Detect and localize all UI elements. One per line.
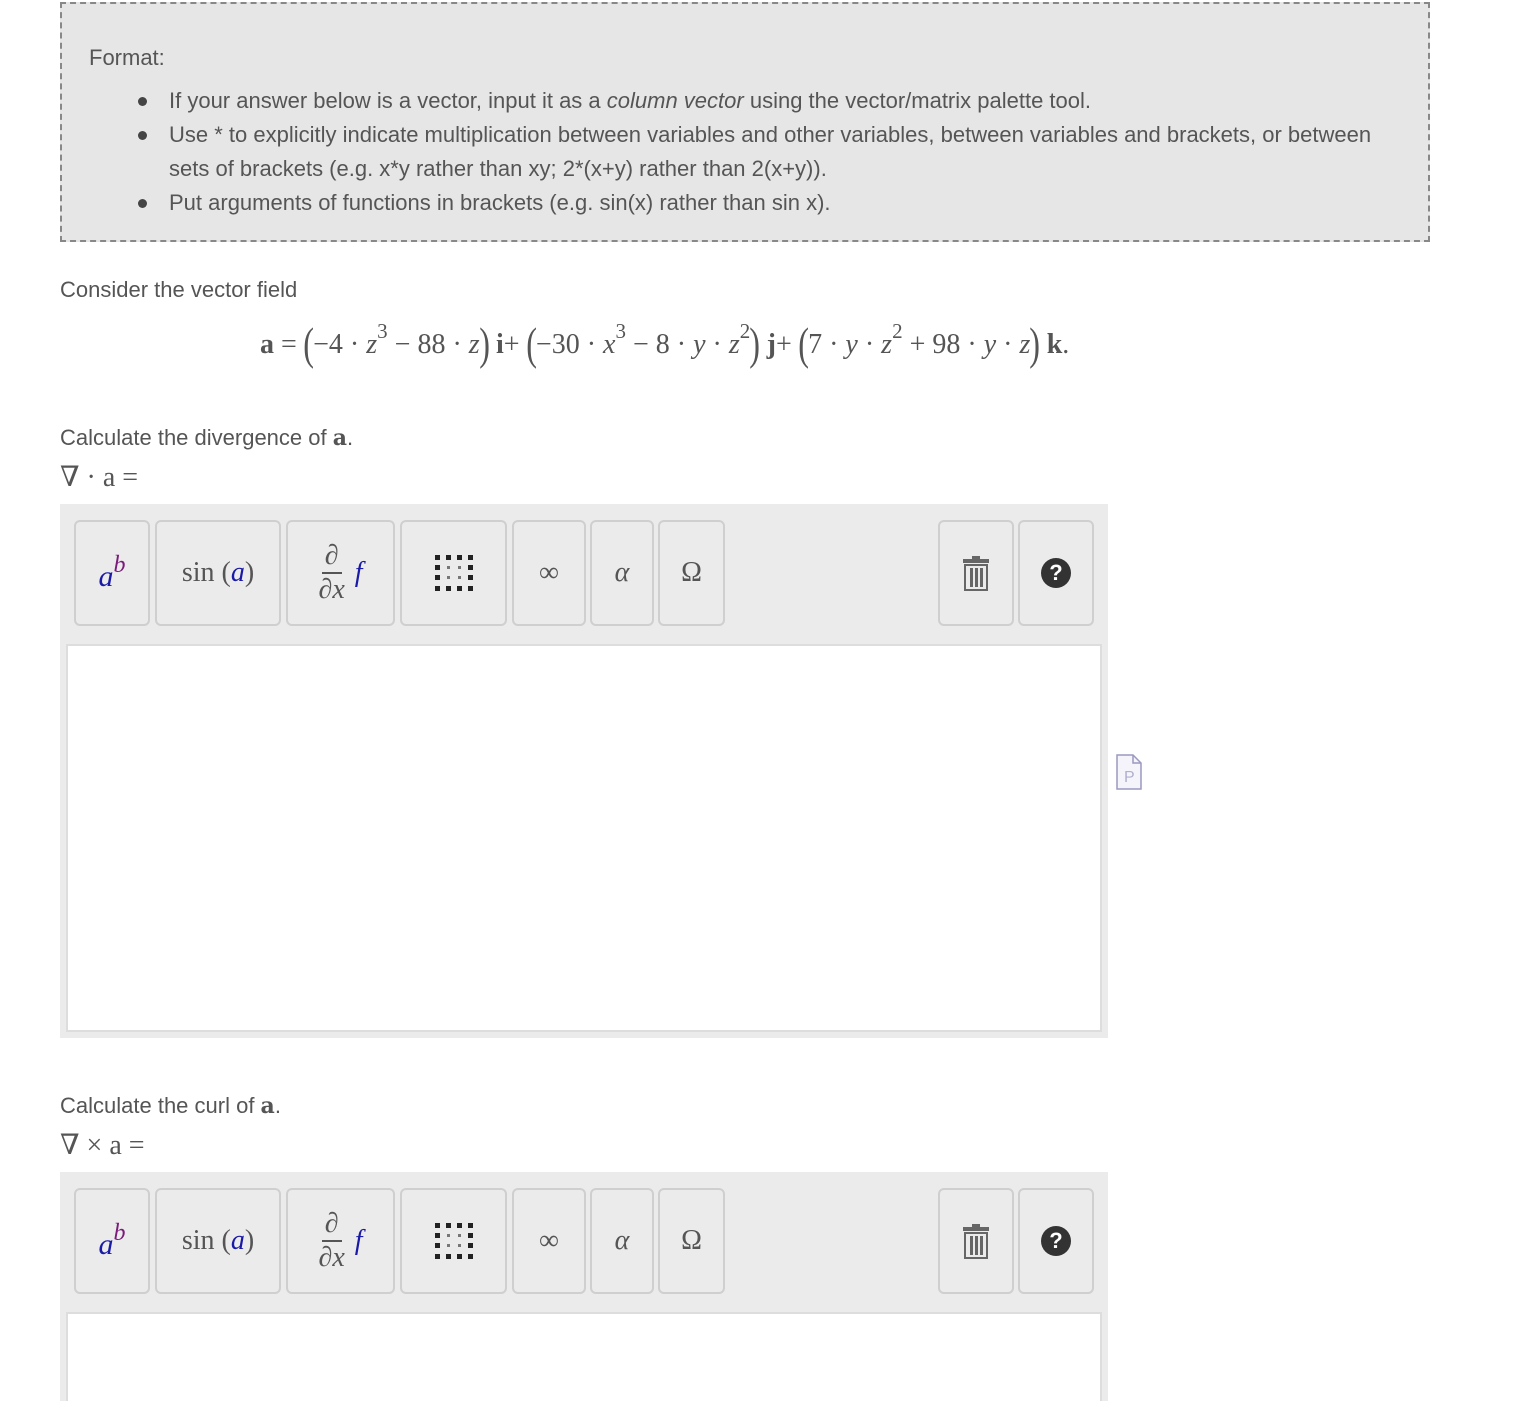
help-icon: ? xyxy=(1041,558,1071,588)
divergence-answer-input[interactable] xyxy=(66,644,1102,1032)
divergence-prompt: Calculate the divergence of a. xyxy=(60,425,354,451)
bullet-icon xyxy=(138,131,147,140)
page: Format: If your answer below is a vector… xyxy=(0,0,1531,1401)
svg-text:P: P xyxy=(1124,769,1135,786)
function-button[interactable]: sin (a) xyxy=(155,1188,281,1294)
question-intro: Consider the vector field xyxy=(60,277,298,302)
document-icon[interactable]: P xyxy=(1116,754,1142,795)
matrix-icon xyxy=(434,1223,473,1259)
power-button[interactable]: ab xyxy=(74,1188,150,1294)
curl-answer-input[interactable] xyxy=(66,1312,1102,1401)
matrix-button[interactable] xyxy=(400,1188,507,1294)
divergence-lhs: ∇ · a = xyxy=(60,462,139,493)
infinity-button[interactable]: ∞ xyxy=(512,520,586,626)
matrix-button[interactable] xyxy=(400,520,507,626)
format-list: If your answer below is a vector, input … xyxy=(138,84,1388,220)
trash-icon xyxy=(963,1224,989,1259)
format-title: Format: xyxy=(89,45,165,70)
greek-upper-button[interactable]: Ω xyxy=(658,1188,725,1294)
clear-button[interactable] xyxy=(938,1188,1014,1294)
trash-icon xyxy=(963,556,989,591)
function-button[interactable]: sin (a) xyxy=(155,520,281,626)
bullet-icon xyxy=(138,199,147,208)
curl-editor: ab sin (a) ∂ ∂x f ∞ α Ω ? xyxy=(60,1172,1108,1401)
format-bullet-multiplication: Use * to explicitly indicate multiplicat… xyxy=(138,118,1388,186)
greek-lower-button[interactable]: α xyxy=(590,520,654,626)
vector-field-equation: a = (−4 · z3 − 88 · z) i+ (−30 · x3 − 8 … xyxy=(260,318,1070,369)
divergence-editor: ab sin (a) ∂ ∂x f ∞ α Ω ? xyxy=(60,504,1108,1038)
derivative-button[interactable]: ∂ ∂x f xyxy=(286,520,395,626)
greek-upper-button[interactable]: Ω xyxy=(658,520,725,626)
format-bullet-vector: If your answer below is a vector, input … xyxy=(138,84,1388,118)
power-button[interactable]: ab xyxy=(74,520,150,626)
help-icon: ? xyxy=(1041,1226,1071,1256)
help-button[interactable]: ? xyxy=(1018,520,1094,626)
bullet-icon xyxy=(138,97,147,106)
help-button[interactable]: ? xyxy=(1018,1188,1094,1294)
derivative-button[interactable]: ∂ ∂x f xyxy=(286,1188,395,1294)
clear-button[interactable] xyxy=(938,520,1014,626)
matrix-icon xyxy=(434,555,473,591)
infinity-button[interactable]: ∞ xyxy=(512,1188,586,1294)
curl-lhs: ∇ × a = xyxy=(60,1130,145,1161)
curl-prompt: Calculate the curl of a. xyxy=(60,1093,281,1119)
format-instructions: Format: If your answer below is a vector… xyxy=(60,2,1430,242)
greek-lower-button[interactable]: α xyxy=(590,1188,654,1294)
format-bullet-functions: Put arguments of functions in brackets (… xyxy=(138,186,1388,220)
